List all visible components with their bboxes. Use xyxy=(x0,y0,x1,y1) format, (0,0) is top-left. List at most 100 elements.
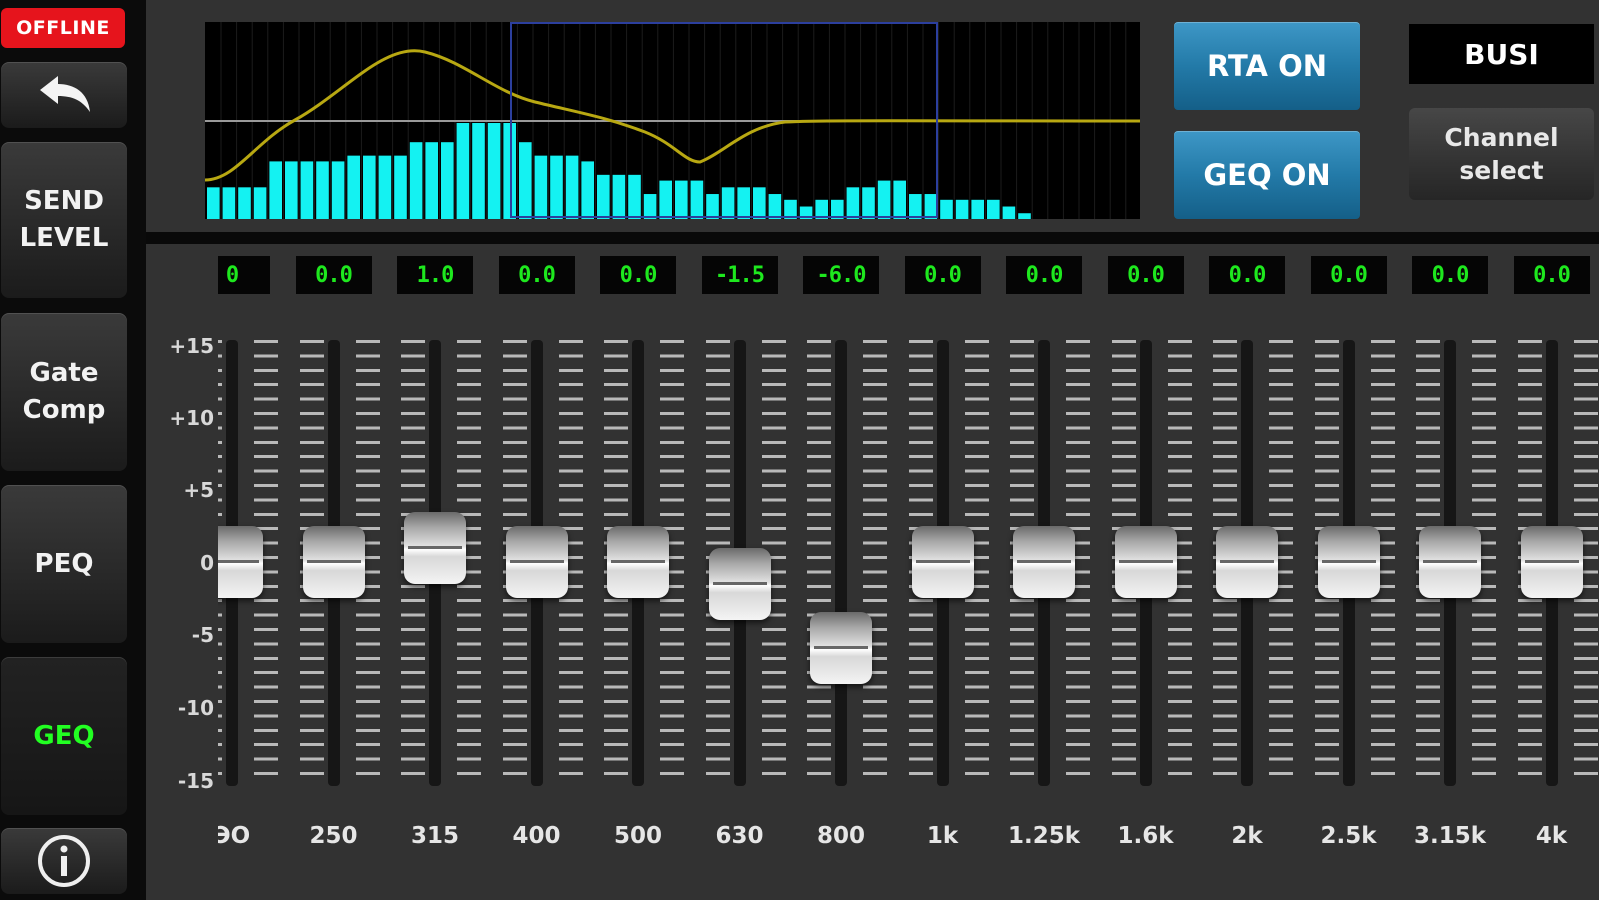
fader-tick-marks xyxy=(863,340,887,786)
rta-bar xyxy=(316,161,329,219)
info-icon xyxy=(38,835,90,887)
scale-label: +15 xyxy=(169,334,214,358)
rta-bar xyxy=(971,199,984,219)
sidebar: OFFLINE SEND LEVEL Gate Comp PEQ GEQ xyxy=(0,0,146,900)
band-frequency-label: 800 xyxy=(816,823,865,849)
rta-bar xyxy=(659,180,672,219)
rta-bar xyxy=(1002,206,1016,219)
fader-track[interactable] xyxy=(835,340,847,786)
offline-badge: OFFLINE xyxy=(1,8,125,48)
rta-bar xyxy=(207,187,220,219)
band-value-display: 0.0 xyxy=(295,256,372,294)
band-value-display: 0.0 xyxy=(1412,256,1488,294)
rta-bar xyxy=(331,161,345,219)
band-value-display: 0.0 xyxy=(1107,256,1184,294)
band-frequency-label: 500 xyxy=(613,823,662,849)
band-value-display: -6.0 xyxy=(803,256,879,294)
band-value-display: 0.0 xyxy=(498,256,575,294)
fader-knob[interactable] xyxy=(302,526,365,598)
rta-bar xyxy=(987,199,1000,219)
band-frequency-label: 400 xyxy=(512,823,561,849)
sidebar-item-send-level[interactable]: SEND LEVEL xyxy=(1,142,127,298)
fader-tick-marks xyxy=(807,340,831,786)
rta-bar xyxy=(877,180,891,219)
rta-bar xyxy=(487,123,501,219)
fader-knob[interactable] xyxy=(505,526,568,598)
rta-bar xyxy=(581,161,594,219)
fader-knob[interactable] xyxy=(810,612,872,685)
band-frequency-label: 1.6k xyxy=(1117,823,1174,849)
bus-label: BUSI xyxy=(1409,24,1594,84)
rta-bar xyxy=(940,199,953,219)
band-value-display: 0.0 xyxy=(1209,256,1285,294)
rta-bar xyxy=(628,174,641,219)
rta-bar xyxy=(893,180,906,219)
rta-bar xyxy=(643,194,657,219)
rta-bar xyxy=(862,187,875,219)
rta-bar xyxy=(519,142,532,219)
eq-curve xyxy=(204,49,1141,182)
band-frequency-label: 250 xyxy=(309,823,358,849)
rta-bar xyxy=(924,194,938,219)
band-value-display: 0.0 xyxy=(600,256,676,294)
geq-on-button[interactable]: GEQ ON xyxy=(1174,131,1360,219)
rta-bar xyxy=(846,187,860,219)
scale-label: +5 xyxy=(183,478,214,502)
rta-bar xyxy=(425,142,438,219)
rta-display[interactable] xyxy=(204,22,1141,219)
band-value-display: 0.0 xyxy=(1513,256,1590,294)
rta-bar xyxy=(238,187,251,219)
band-frequency-label: 315 xyxy=(410,823,459,849)
fader-knob[interactable] xyxy=(1216,526,1278,598)
band-value-display: -1.5 xyxy=(701,256,778,294)
band-value-display: 0.0 xyxy=(1310,256,1387,294)
fader-knob[interactable] xyxy=(1520,526,1583,598)
sidebar-item-gate-comp[interactable]: Gate Comp xyxy=(1,313,127,471)
rta-bar xyxy=(955,199,969,219)
rta-bar xyxy=(441,142,454,219)
rta-bar xyxy=(721,187,735,219)
scale-label: +10 xyxy=(169,406,214,430)
rta-bar xyxy=(222,187,236,219)
rta-bar xyxy=(253,187,267,219)
fader-strip: 0 ЭО 0.0 250 1.0 315 0.0 400 0.0 500 -1.5 630 -6.0 80… xyxy=(218,244,1599,900)
scale-label: -5 xyxy=(191,623,214,647)
info-button[interactable] xyxy=(1,828,127,894)
rta-bar xyxy=(363,155,376,219)
rta-bar xyxy=(768,194,782,219)
rta-bar xyxy=(690,180,704,219)
rta-bar xyxy=(909,194,922,219)
rta-bar xyxy=(269,161,282,219)
band-frequency-label: 630 xyxy=(715,823,764,849)
band-frequency-label: 2.5k xyxy=(1320,823,1377,849)
sidebar-item-peq[interactable]: PEQ xyxy=(1,485,127,643)
fader-knob[interactable] xyxy=(404,511,466,584)
rta-bar xyxy=(612,174,626,219)
divider xyxy=(146,232,1599,244)
fader-knob[interactable] xyxy=(708,547,771,620)
scale-label: -10 xyxy=(177,696,214,720)
rta-bar xyxy=(285,161,298,219)
rta-bar xyxy=(565,155,579,219)
fader-knob[interactable] xyxy=(1419,526,1481,598)
rta-bar xyxy=(472,123,485,219)
fader-knob[interactable] xyxy=(911,526,974,598)
band-value-display: 0.0 xyxy=(1006,256,1082,294)
back-button[interactable] xyxy=(1,62,127,128)
channel-select-button[interactable]: Channel select xyxy=(1409,108,1594,200)
sidebar-item-geq[interactable]: GEQ xyxy=(1,657,127,815)
fader-knob[interactable] xyxy=(1317,526,1380,598)
rta-bar xyxy=(706,194,719,219)
fader-knob[interactable] xyxy=(218,526,263,598)
band-frequency-label: 2k xyxy=(1231,823,1263,849)
rta-bar xyxy=(737,187,750,219)
fader-knob[interactable] xyxy=(607,526,669,598)
rta-bar xyxy=(409,142,423,219)
rta-graph xyxy=(204,22,1141,219)
fader-knob[interactable] xyxy=(1114,526,1177,598)
band-value-display: 1.0 xyxy=(397,256,473,294)
fader-knob[interactable] xyxy=(1013,526,1075,598)
rta-on-button[interactable]: RTA ON xyxy=(1174,22,1360,110)
band-frequency-label: ЭО xyxy=(218,823,251,849)
band-value-display: 0.0 xyxy=(904,256,981,294)
